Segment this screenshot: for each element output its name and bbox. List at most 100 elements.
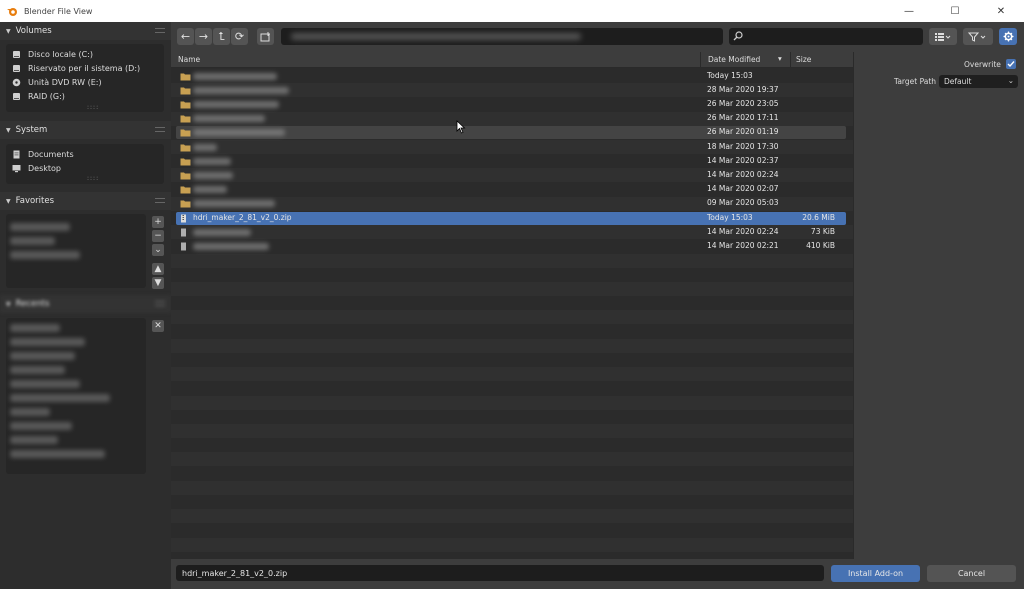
recent-item[interactable]	[10, 338, 85, 346]
target-path-label: Target Path	[894, 77, 937, 86]
search-icon	[733, 31, 743, 41]
expand-triangle-icon: ▼	[6, 27, 11, 35]
file-size: 73 KiB	[810, 226, 835, 236]
system-item[interactable]: Documents	[12, 150, 74, 159]
back-button[interactable]: ←	[177, 28, 194, 45]
search-input[interactable]	[747, 30, 917, 43]
file-row[interactable]: 18 Mar 2020 17:30	[176, 141, 846, 154]
file-row[interactable]: 09 Mar 2020 05:03	[176, 197, 846, 210]
file-row[interactable]: 14 Mar 2020 02:21 410 KiB	[176, 240, 846, 253]
drag-grip-icon[interactable]	[155, 28, 165, 33]
recent-item[interactable]	[10, 422, 72, 430]
row-stripe	[171, 395, 853, 410]
drag-grip-icon[interactable]	[155, 127, 165, 132]
forward-button[interactable]: →	[195, 28, 212, 45]
favorite-item[interactable]	[10, 237, 55, 245]
recent-item[interactable]	[10, 450, 105, 458]
directory-path-field[interactable]	[281, 28, 723, 45]
file-row[interactable]: Today 15:03	[176, 70, 846, 83]
row-stripe	[171, 296, 853, 311]
favorite-item[interactable]	[10, 223, 70, 231]
file-row[interactable]: 14 Mar 2020 02:37	[176, 155, 846, 168]
row-stripe	[171, 324, 853, 339]
file-size: 410 KiB	[806, 240, 835, 250]
resize-handle-icon[interactable]: ::::	[87, 175, 99, 182]
file-row[interactable]: 26 Mar 2020 17:11	[176, 112, 846, 125]
cancel-button[interactable]: Cancel	[927, 565, 1016, 582]
recent-item[interactable]	[10, 408, 50, 416]
name-column-header[interactable]: Name	[178, 55, 200, 64]
file-icon	[181, 228, 186, 237]
file-row[interactable]: 26 Mar 2020 01:19	[176, 126, 846, 140]
recent-item[interactable]	[10, 436, 58, 444]
recent-item[interactable]	[10, 394, 110, 402]
system-label: Desktop	[28, 164, 61, 173]
drag-grip-icon[interactable]	[155, 198, 165, 203]
volume-item[interactable]: RAID (G:)	[12, 92, 65, 101]
new-folder-button[interactable]	[257, 28, 274, 45]
move-up-button[interactable]: ▲	[152, 263, 164, 275]
desktop-icon	[12, 165, 21, 173]
column-header: Name Date Modified ▾ Size	[171, 52, 853, 68]
row-stripe	[171, 253, 853, 268]
file-browser-window: Blender File View — ☐ ✕ ▼ Volumes Disco …	[0, 0, 1024, 589]
recents-panel-header[interactable]: ▼ Recents	[0, 295, 171, 313]
file-row[interactable]: 26 Mar 2020 23:05	[176, 98, 846, 111]
system-panel-header[interactable]: ▼ System	[0, 121, 171, 139]
hard-drive-icon	[13, 65, 20, 72]
row-stripe	[171, 452, 853, 467]
system-header-label: System	[15, 125, 48, 135]
add-bookmark-button[interactable]: +	[152, 216, 164, 228]
filename-input[interactable]	[176, 565, 824, 581]
filter-dropdown[interactable]	[963, 28, 993, 45]
display-mode-dropdown[interactable]	[929, 28, 957, 45]
overwrite-checkbox[interactable]	[1006, 59, 1016, 69]
row-stripe	[171, 409, 853, 424]
clear-recents-button[interactable]: ✕	[152, 320, 164, 332]
file-row[interactable]: 28 Mar 2020 19:37	[176, 84, 846, 97]
settings-toggle-button[interactable]	[999, 28, 1017, 45]
minimize-button[interactable]: —	[886, 0, 932, 22]
filter-icon	[968, 32, 986, 42]
path-text	[291, 33, 581, 40]
volume-item[interactable]: Disco locale (C:)	[12, 50, 93, 59]
recent-item[interactable]	[10, 324, 60, 332]
parent-directory-button[interactable]: ⮤	[213, 28, 230, 45]
favorite-item[interactable]	[10, 251, 80, 259]
favorites-panel-header[interactable]: ▼ Favorites	[0, 192, 171, 210]
search-field[interactable]	[729, 28, 923, 45]
volume-item[interactable]: Unità DVD RW (E:)	[12, 78, 102, 87]
resize-handle-icon[interactable]: ::::	[87, 104, 99, 111]
row-stripe	[171, 480, 853, 495]
file-row[interactable]: 14 Mar 2020 02:24	[176, 169, 846, 182]
file-date: 14 Mar 2020 02:21	[707, 240, 779, 250]
recent-item[interactable]	[10, 352, 75, 360]
file-name-blurred	[193, 200, 275, 208]
file-name-blurred	[193, 171, 233, 179]
folder-icon	[180, 115, 191, 123]
maximize-button[interactable]: ☐	[932, 0, 978, 22]
file-name-blurred	[193, 228, 251, 236]
recent-item[interactable]	[10, 380, 80, 388]
file-row[interactable]: hdri_maker_2_81_v2_0.zip Today 15:03 20.6 …	[176, 211, 846, 225]
close-button[interactable]: ✕	[978, 0, 1024, 22]
install-addon-button[interactable]: Install Add-on	[831, 565, 920, 582]
move-down-button[interactable]: ▼	[152, 277, 164, 289]
volume-item[interactable]: Riservato per il sistema (D:)	[12, 64, 140, 73]
row-stripe	[171, 367, 853, 382]
remove-bookmark-button[interactable]: −	[152, 230, 164, 242]
system-item[interactable]: Desktop	[12, 164, 61, 173]
file-row[interactable]: 14 Mar 2020 02:07	[176, 183, 846, 196]
drag-grip-icon[interactable]	[155, 301, 165, 306]
target-path-value: Default	[944, 77, 972, 86]
refresh-button[interactable]: ⟳	[231, 28, 248, 45]
row-stripe	[171, 523, 853, 538]
size-column-header[interactable]: Size	[796, 55, 811, 64]
date-column-header[interactable]: Date Modified	[708, 55, 760, 64]
target-path-dropdown[interactable]: Default ⌄	[939, 75, 1018, 88]
bookmark-menu-button[interactable]: ⌄	[152, 244, 164, 256]
file-list[interactable]: Name Date Modified ▾ Size Today 15:03 28 …	[171, 52, 853, 559]
file-row[interactable]: 14 Mar 2020 02:24 73 KiB	[176, 226, 846, 239]
recent-item[interactable]	[10, 366, 65, 374]
volumes-panel-header[interactable]: ▼ Volumes	[0, 22, 171, 40]
